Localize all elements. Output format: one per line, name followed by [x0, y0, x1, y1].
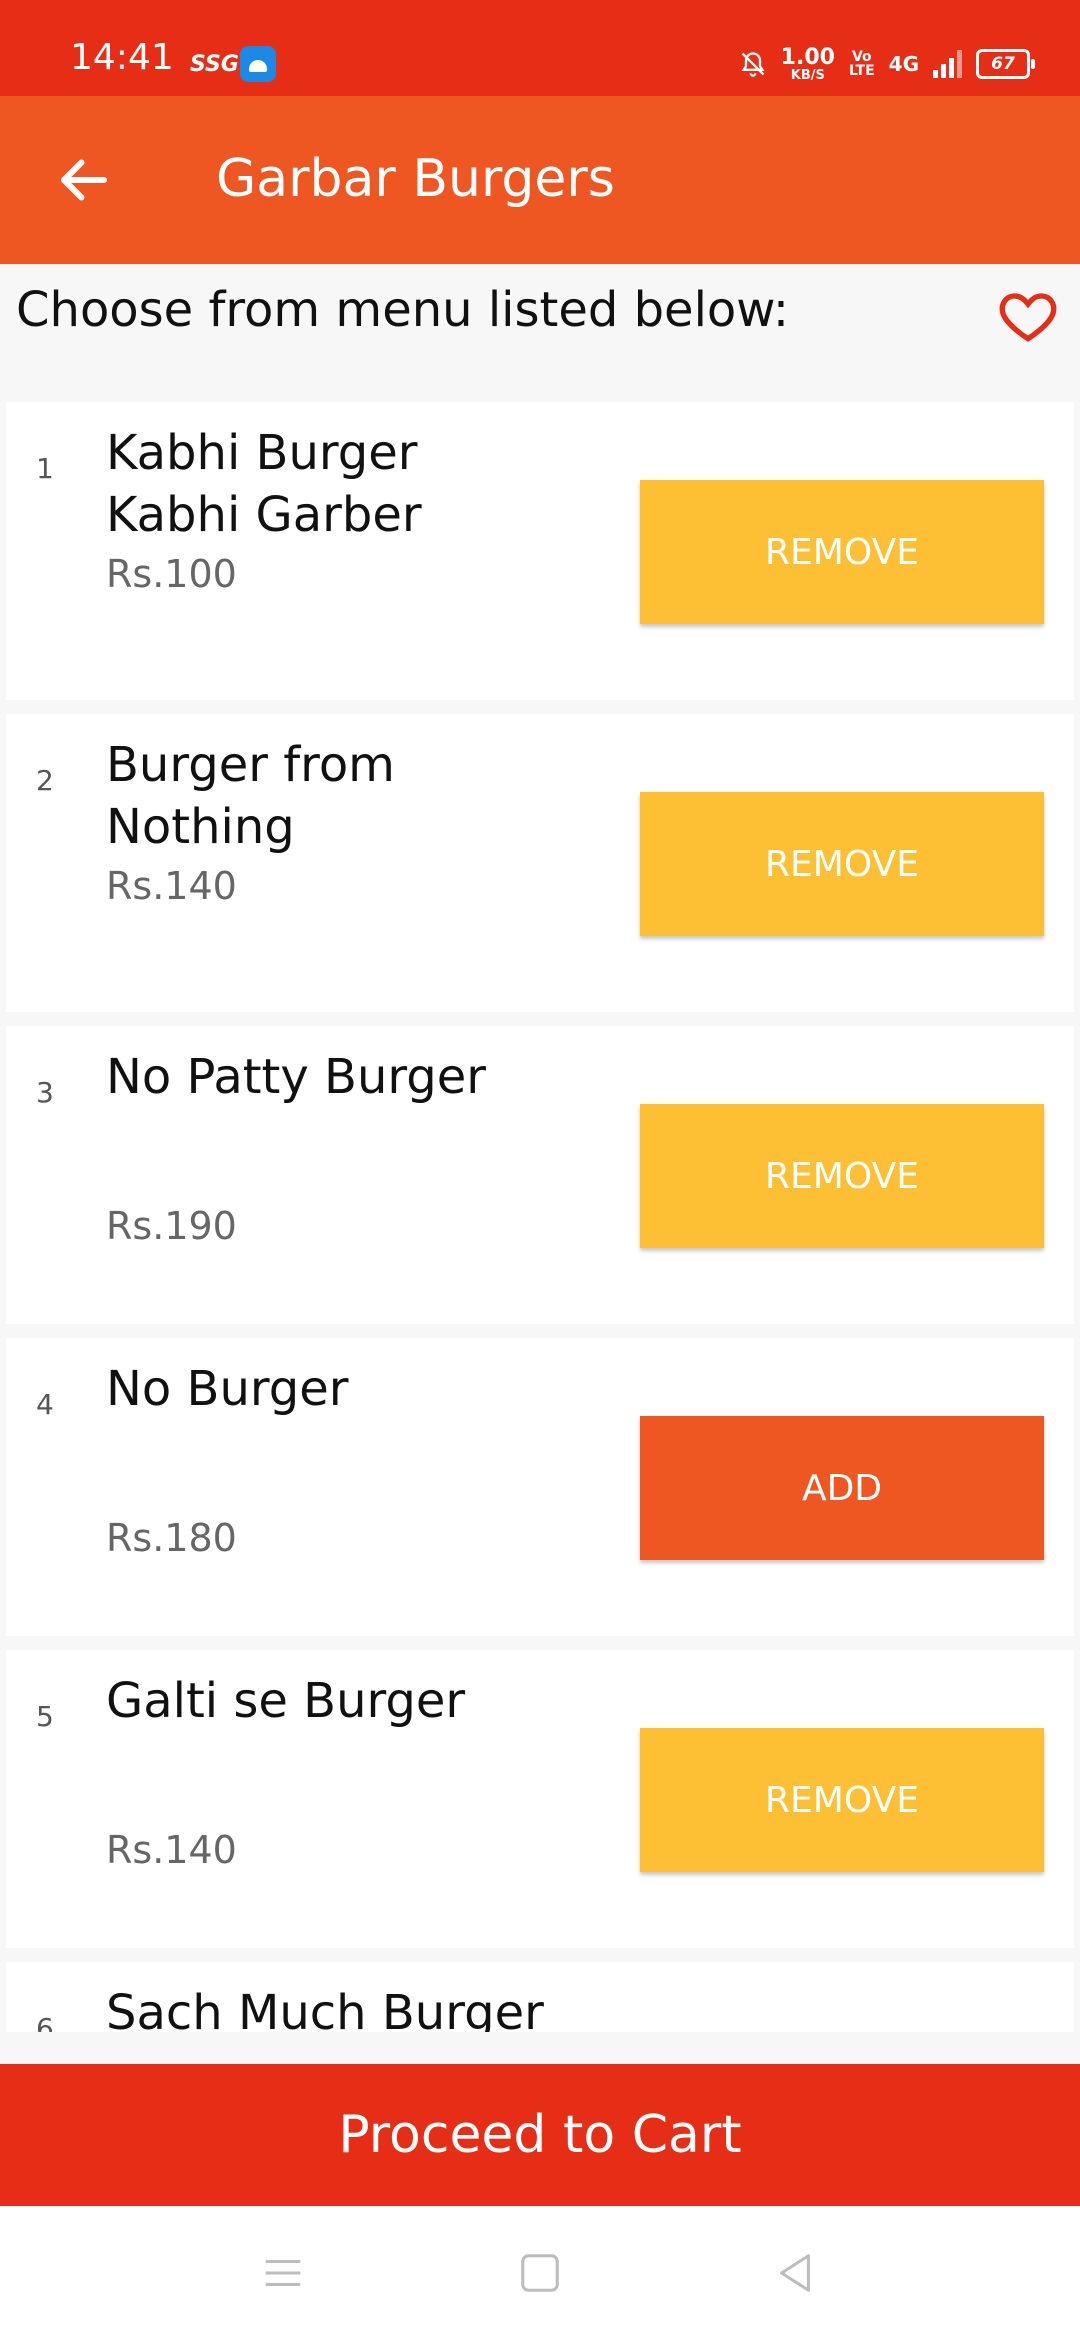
item-name: Burger from Nothing: [106, 737, 395, 855]
item-name: Galti se Burger: [106, 1673, 466, 1729]
arrow-left-icon[interactable]: [54, 150, 114, 210]
carrier-tag: SSG: [190, 52, 239, 77]
item-index: 1: [36, 452, 54, 485]
list-item: 1 Kabhi Burger Kabhi Garber Rs.100 REMOV…: [6, 402, 1074, 700]
remove-button[interactable]: REMOVE: [640, 792, 1044, 936]
remove-button[interactable]: REMOVE: [640, 480, 1044, 624]
list-item: 4 No Burger Rs.180 ADD: [6, 1338, 1074, 1636]
item-price: Rs.190: [106, 1204, 237, 1248]
net-speed-value: 1.00: [780, 44, 835, 70]
system-nav-bar: [0, 2206, 1080, 2340]
app-bar: Garbar Burgers: [0, 96, 1080, 264]
page-title: Garbar Burgers: [216, 149, 615, 209]
net-speed: 1.00 KB/S: [780, 44, 835, 83]
android-notification-icon: [240, 46, 276, 82]
back-triangle-icon[interactable]: [772, 2250, 818, 2296]
item-name: Kabhi Burger Kabhi Garber: [106, 425, 422, 543]
home-square-icon[interactable]: [517, 2250, 563, 2296]
battery-level: 67: [991, 54, 1015, 74]
signal-icon: [933, 50, 962, 78]
bell-off-icon: [741, 52, 765, 77]
item-name: Sach Much Burger: [106, 1985, 544, 2032]
status-bar: 14:41 SSG 1.00 KB/S Vo LTE 4G 67: [0, 0, 1080, 96]
item-name: No Burger: [106, 1361, 349, 1417]
item-price: Rs.180: [106, 1516, 237, 1560]
item-index: 5: [36, 1700, 54, 1733]
remove-button[interactable]: REMOVE: [640, 1728, 1044, 1872]
item-index: 3: [36, 1076, 54, 1109]
net-speed-unit: KB/S: [790, 67, 825, 83]
status-indicators: 1.00 KB/S Vo LTE 4G 67: [739, 40, 1035, 88]
item-price: Rs.100: [106, 552, 237, 596]
add-button[interactable]: ADD: [640, 1416, 1044, 1560]
remove-button[interactable]: REMOVE: [640, 1104, 1044, 1248]
item-index: 6: [36, 2012, 54, 2032]
menu-header: Choose from menu listed below:: [0, 264, 1080, 402]
item-price: Rs.140: [106, 1828, 237, 1872]
heart-outline-icon[interactable]: [996, 284, 1060, 348]
item-index: 2: [36, 764, 54, 797]
item-price: Rs.140: [106, 864, 237, 908]
volte-indicator: Vo LTE: [849, 50, 875, 78]
proceed-to-cart-button[interactable]: Proceed to Cart: [0, 2064, 1080, 2206]
item-index: 4: [36, 1388, 54, 1421]
list-item: 2 Burger from Nothing Rs.140 REMOVE: [6, 714, 1074, 1012]
menu-list[interactable]: 1 Kabhi Burger Kabhi Garber Rs.100 REMOV…: [6, 402, 1074, 2032]
menu-icon[interactable]: [260, 2250, 306, 2296]
menu-header-text: Choose from menu listed below:: [16, 282, 790, 338]
volte-bottom: LTE: [848, 63, 875, 79]
item-name: No Patty Burger: [106, 1049, 487, 1105]
list-item: 6 Sach Much Burger: [6, 1962, 1074, 2032]
list-item: 3 No Patty Burger Rs.190 REMOVE: [6, 1026, 1074, 1324]
volte-top: Vo: [851, 49, 872, 65]
status-time: 14:41: [70, 37, 174, 78]
network-type: 4G: [888, 52, 919, 76]
list-item: 5 Galti se Burger Rs.140 REMOVE: [6, 1650, 1074, 1948]
battery-icon: 67: [976, 49, 1035, 79]
